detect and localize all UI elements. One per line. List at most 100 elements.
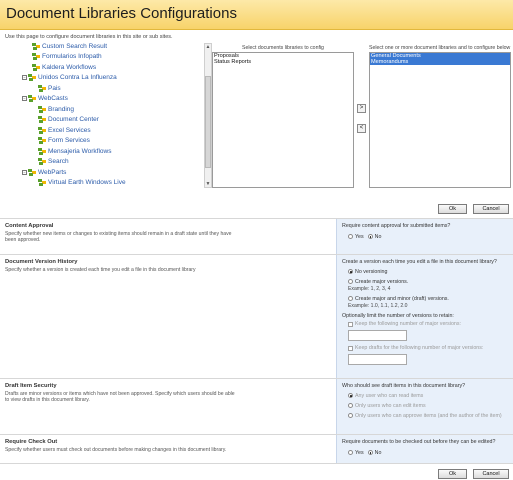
draft-edit-users-radio[interactable] — [348, 403, 353, 408]
draft-security-question: Who should see draft items in this docum… — [342, 383, 466, 389]
check-out-title: Require Check Out — [5, 439, 58, 445]
check-out-section: Require Check Out Specify whether users … — [0, 434, 513, 464]
collapse-icon[interactable]: − — [22, 96, 27, 101]
major-minor-versions-label: Create major and minor (draft) versions. — [355, 295, 449, 302]
major-versions-example: Example: 1, 2, 3, 4 — [348, 285, 391, 292]
content-approval-yes-radio[interactable] — [348, 234, 353, 239]
draft-any-user-radio[interactable] — [348, 393, 353, 398]
target-list-title: Select one or more document libraries an… — [369, 45, 511, 51]
tree-item-label: Virtual Earth Windows Live — [48, 179, 126, 186]
site-tree: Custom Search Result Formularios Infopath… — [4, 41, 204, 196]
scroll-down-arrow-icon[interactable]: ▼ — [205, 181, 211, 187]
tree-item-label: Custom Search Result — [42, 42, 108, 50]
move-right-button[interactable]: > — [357, 104, 366, 113]
site-icon — [38, 158, 46, 165]
version-history-question: Create a version each time you edit a fi… — [342, 259, 497, 265]
content-approval-yes-label: Yes — [355, 233, 364, 240]
check-out-no-label: No — [374, 449, 382, 456]
tree-item[interactable]: − WebCasts — [22, 94, 68, 104]
check-out-question: Require documents to be checked out befo… — [342, 439, 496, 445]
list-item[interactable]: Memorandums — [370, 59, 510, 65]
major-minor-versions-radio[interactable] — [348, 296, 353, 301]
tree-item-label: Excel Services — [48, 126, 91, 134]
version-limit-label: Optionally limit the number of versions … — [342, 312, 454, 319]
keep-major-label: Keep the following number of major versi… — [355, 321, 461, 327]
content-approval-section: Content Approval Specify whether new ite… — [0, 218, 513, 254]
check-out-no-radio[interactable] — [367, 450, 373, 455]
tree-item[interactable]: − WebParts — [22, 167, 66, 177]
tree-item[interactable]: Custom Search Result — [32, 41, 107, 51]
site-icon — [38, 147, 46, 155]
draft-approve-users-radio[interactable] — [348, 413, 353, 418]
move-left-button[interactable]: < — [357, 124, 366, 133]
version-history-desc: Specify whether a version is created eac… — [5, 267, 196, 273]
draft-edit-users-label: Only users who can edit items — [355, 402, 426, 409]
site-icon — [32, 53, 40, 60]
tree-item-label: Kaldera Workflows — [42, 63, 97, 71]
drafts-count-input[interactable] — [348, 354, 407, 365]
content-approval-title: Content Approval — [5, 223, 54, 229]
site-icon — [38, 105, 46, 113]
keep-major-checkbox[interactable] — [348, 321, 353, 327]
major-versions-radio[interactable] — [348, 279, 353, 284]
collapse-icon[interactable]: − — [22, 169, 27, 175]
scroll-up-arrow-icon[interactable]: ▲ — [205, 44, 211, 50]
major-versions-label: Create major versions. — [355, 278, 409, 285]
site-icon — [28, 168, 36, 176]
ok-button-bottom[interactable]: Ok — [438, 469, 467, 479]
keep-drafts-checkbox[interactable] — [348, 345, 353, 351]
tree-item-label: Mensajeria Workflows — [48, 147, 112, 155]
content-approval-no-radio[interactable] — [367, 234, 373, 239]
site-icon — [38, 84, 46, 92]
tree-item[interactable]: Pais — [38, 83, 61, 93]
tree-item-label: Search — [48, 158, 69, 165]
tree-item-label: Form Services — [48, 137, 90, 144]
draft-security-title: Draft Item Security — [5, 383, 57, 389]
tree-item[interactable]: Kaldera Workflows — [32, 62, 96, 72]
draft-any-user-label: Any user who can read items — [355, 392, 424, 399]
source-list-title: Select documents libraries to config — [242, 45, 324, 51]
keep-drafts-label: Keep drafts for the following number of … — [355, 345, 484, 351]
site-icon — [32, 42, 40, 50]
tree-item[interactable]: Document Center — [38, 115, 99, 125]
source-library-list[interactable]: Proposals Status Reports — [212, 52, 354, 188]
tree-item-label: WebParts — [38, 168, 67, 176]
no-versioning-radio[interactable] — [348, 269, 353, 274]
tree-item-label: Unidos Contra La Influenza — [38, 74, 117, 81]
no-versioning-label: No versioning — [355, 268, 388, 275]
tree-scrollbar[interactable]: ▲ ▼ — [204, 43, 212, 188]
scroll-thumb[interactable] — [205, 76, 211, 168]
title-bar: Document Libraries Configurations — [0, 0, 513, 30]
intro-text: Use this page to configure document libr… — [5, 34, 173, 40]
tree-item[interactable]: Mensajeria Workflows — [38, 146, 111, 156]
tree-item[interactable]: Virtual Earth Windows Live — [38, 178, 126, 188]
tree-item[interactable]: Form Services — [38, 136, 90, 146]
tree-item[interactable]: − Unidos Contra La Influenza — [22, 73, 117, 83]
check-out-yes-label: Yes — [355, 449, 364, 456]
site-icon — [28, 74, 36, 81]
content-approval-question: Require content approval for submitted i… — [342, 223, 451, 229]
site-icon — [38, 126, 46, 134]
target-library-list[interactable]: General Documents Memorandums — [369, 52, 511, 188]
site-icon — [38, 116, 46, 123]
content-approval-no-label: No — [374, 233, 382, 240]
check-out-desc: Specify whether users must check out doc… — [5, 447, 227, 453]
version-history-title: Document Version History — [5, 259, 78, 265]
tree-item[interactable]: Search — [38, 157, 69, 167]
site-icon — [28, 95, 36, 102]
tree-item-label: Branding — [48, 105, 75, 113]
page-title: Document Libraries Configurations — [6, 5, 237, 22]
check-out-yes-radio[interactable] — [348, 450, 353, 455]
tree-item[interactable]: Branding — [38, 104, 74, 114]
draft-approve-users-label: Only users who can approve items (and th… — [355, 412, 502, 419]
tree-item[interactable]: Formularios Infopath — [32, 52, 102, 62]
version-history-section: Document Version History Specify whether… — [0, 254, 513, 378]
ok-button-top[interactable]: Ok — [438, 204, 467, 214]
major-versions-count-input[interactable] — [348, 330, 407, 341]
list-item[interactable]: Status Reports — [213, 59, 353, 65]
collapse-icon[interactable]: − — [22, 75, 27, 80]
major-minor-versions-example: Example: 1.0, 1.1, 1.2, 2.0 — [348, 302, 408, 309]
cancel-button-bottom[interactable]: Cancel — [473, 469, 509, 479]
cancel-button-top[interactable]: Cancel — [473, 204, 509, 214]
tree-item[interactable]: Excel Services — [38, 125, 91, 135]
